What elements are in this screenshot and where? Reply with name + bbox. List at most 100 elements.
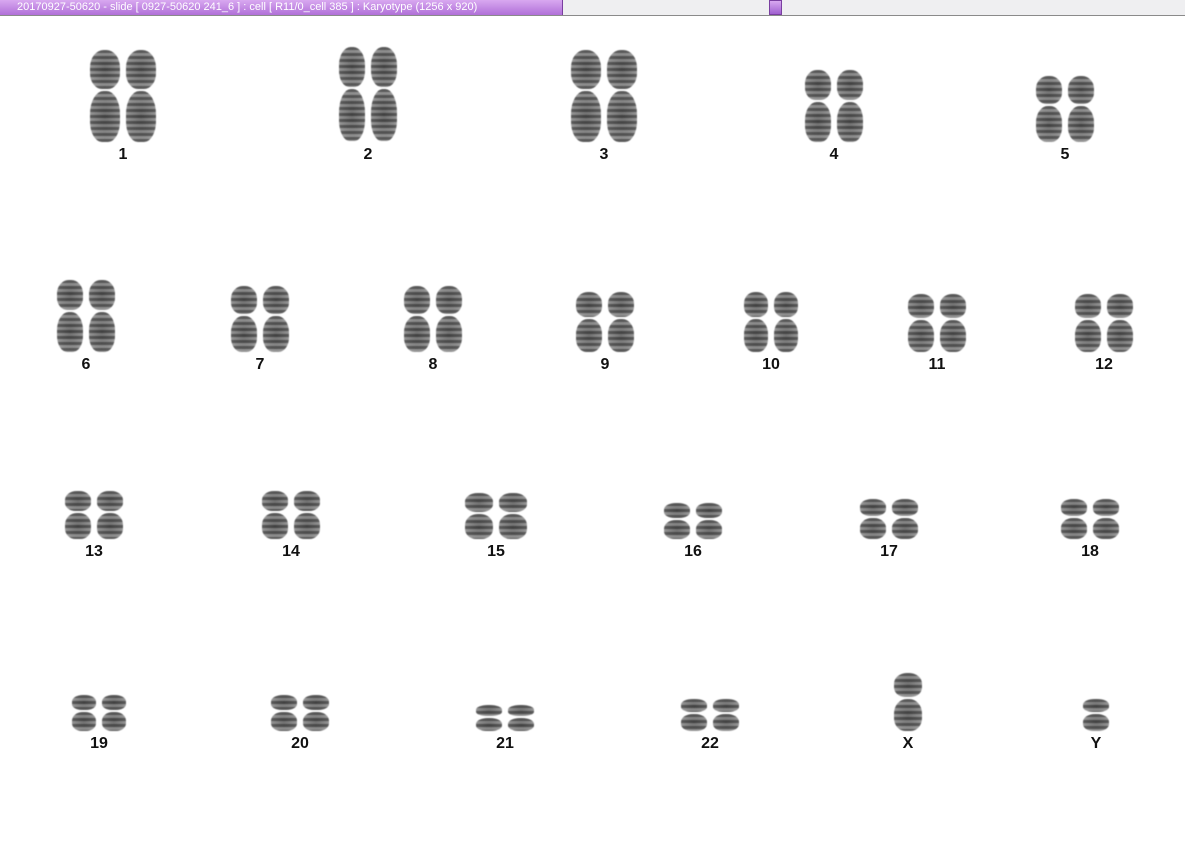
chromosome-q-arm	[339, 89, 365, 141]
chromosome-8-a[interactable]	[404, 286, 430, 352]
chromosome-14-b[interactable]	[294, 491, 320, 539]
chromosome-label-17: 17	[880, 543, 898, 560]
titlebar-scroll-thumb[interactable]	[769, 0, 782, 15]
chromosome-pair-16[interactable]	[664, 503, 722, 539]
chromosome-pair-17[interactable]	[860, 499, 918, 539]
chromosome-18-a[interactable]	[1061, 499, 1087, 539]
chromosome-label-7: 7	[255, 356, 265, 373]
chromosome-17-b[interactable]	[892, 499, 918, 539]
chromosome-7-b[interactable]	[263, 286, 289, 352]
chromosome-label-4: 4	[829, 146, 839, 163]
chromosome-pair-7[interactable]	[231, 286, 289, 352]
chromosome-q-arm	[860, 517, 886, 539]
chromosome-22-a[interactable]	[681, 699, 707, 731]
chromosome-12-a[interactable]	[1075, 294, 1101, 352]
chromosome-13-b[interactable]	[97, 491, 123, 539]
chromosome-pair-2[interactable]	[339, 47, 397, 142]
chromosome-p-arm	[1083, 699, 1109, 712]
chromosome-y[interactable]	[1083, 699, 1109, 731]
chromosome-pair-15[interactable]	[465, 493, 527, 539]
chromosome-pair-12[interactable]	[1075, 294, 1133, 352]
chromosome-3-a[interactable]	[571, 50, 601, 142]
chromosome-pair-21[interactable]	[476, 705, 534, 731]
chromosome-3-b[interactable]	[607, 50, 637, 142]
chromosome-1-b[interactable]	[126, 50, 156, 142]
chromosome-pair-14[interactable]	[262, 491, 320, 539]
chromosome-q-arm	[271, 711, 297, 731]
chromosome-pair-11[interactable]	[908, 294, 966, 352]
chromosome-label-22: 22	[701, 735, 719, 752]
chromosome-11-b[interactable]	[940, 294, 966, 352]
chromosome-p-arm	[1093, 499, 1119, 516]
chromosome-21-b[interactable]	[508, 705, 534, 731]
chromosome-p-arm	[1036, 76, 1062, 104]
chromosome-q-arm	[664, 519, 690, 539]
chromosome-p-arm	[97, 491, 123, 511]
chromosome-q-arm	[508, 717, 534, 731]
chromosome-15-b[interactable]	[499, 493, 527, 539]
chromosome-pair-5[interactable]	[1036, 76, 1094, 142]
chromosome-label-19: 19	[90, 735, 108, 752]
chromosome-x[interactable]	[894, 673, 922, 731]
chromosome-13-a[interactable]	[65, 491, 91, 539]
chromosome-7-a[interactable]	[231, 286, 257, 352]
chromosome-pair-18[interactable]	[1061, 499, 1119, 539]
chromosome-p-arm	[571, 50, 601, 89]
chromosome-pair-1[interactable]	[90, 50, 156, 142]
chromosome-19-b[interactable]	[102, 695, 126, 731]
chromosome-9-a[interactable]	[576, 292, 602, 352]
chromosome-pair-9[interactable]	[576, 292, 634, 352]
chromosome-label-3: 3	[599, 146, 609, 163]
chromosome-p-arm	[774, 292, 798, 317]
chromosome-pair-20[interactable]	[271, 695, 329, 731]
chromosome-18-b[interactable]	[1093, 499, 1119, 539]
chromosome-10-b[interactable]	[774, 292, 798, 352]
chromosome-q-arm	[940, 320, 966, 352]
chromosome-pair-3[interactable]	[571, 50, 637, 142]
chromosome-pair-y[interactable]	[1083, 699, 1109, 731]
chromosome-label-18: 18	[1081, 543, 1099, 560]
chromosome-20-b[interactable]	[303, 695, 329, 731]
chromosome-2-a[interactable]	[339, 47, 365, 142]
chromosome-pair-13[interactable]	[65, 491, 123, 539]
chromosome-9-b[interactable]	[608, 292, 634, 352]
chromosome-2-b[interactable]	[371, 47, 397, 142]
chromosome-5-a[interactable]	[1036, 76, 1062, 142]
chromosome-label-6: 6	[81, 356, 91, 373]
chromosome-q-arm	[72, 711, 96, 731]
chromosome-pair-19[interactable]	[72, 695, 126, 731]
chromosome-pair-4[interactable]	[805, 70, 863, 142]
chromosome-14-a[interactable]	[262, 491, 288, 539]
chromosome-6-a[interactable]	[57, 280, 83, 352]
chromosome-label-10: 10	[762, 356, 780, 373]
chromosome-22-b[interactable]	[713, 699, 739, 731]
chromosome-q-arm	[892, 517, 918, 539]
chromosome-1-a[interactable]	[90, 50, 120, 142]
chromosome-pair-22[interactable]	[681, 699, 739, 731]
chromosome-16-b[interactable]	[696, 503, 722, 539]
chromosome-pair-8[interactable]	[404, 286, 462, 352]
chromosome-5-b[interactable]	[1068, 76, 1094, 142]
chromosome-19-a[interactable]	[72, 695, 96, 731]
chromosome-6-b[interactable]	[89, 280, 115, 352]
chromosome-20-a[interactable]	[271, 695, 297, 731]
chromosome-label-1: 1	[118, 146, 128, 163]
chromosome-4-b[interactable]	[837, 70, 863, 142]
chromosome-q-arm	[371, 89, 397, 141]
chromosome-12-b[interactable]	[1107, 294, 1133, 352]
chromosome-q-arm	[744, 319, 768, 352]
window-title: 20170927-50620 - slide [ 0927-50620 241_…	[0, 0, 563, 15]
chromosome-pair-x[interactable]	[894, 673, 922, 731]
chromosome-21-a[interactable]	[476, 705, 502, 731]
chromosome-17-a[interactable]	[860, 499, 886, 539]
chromosome-label-16: 16	[684, 543, 702, 560]
chromosome-q-arm	[89, 312, 115, 352]
chromosome-pair-10[interactable]	[744, 292, 798, 352]
chromosome-8-b[interactable]	[436, 286, 462, 352]
chromosome-10-a[interactable]	[744, 292, 768, 352]
chromosome-15-a[interactable]	[465, 493, 493, 539]
chromosome-16-a[interactable]	[664, 503, 690, 539]
chromosome-4-a[interactable]	[805, 70, 831, 142]
chromosome-pair-6[interactable]	[57, 280, 115, 352]
chromosome-11-a[interactable]	[908, 294, 934, 352]
